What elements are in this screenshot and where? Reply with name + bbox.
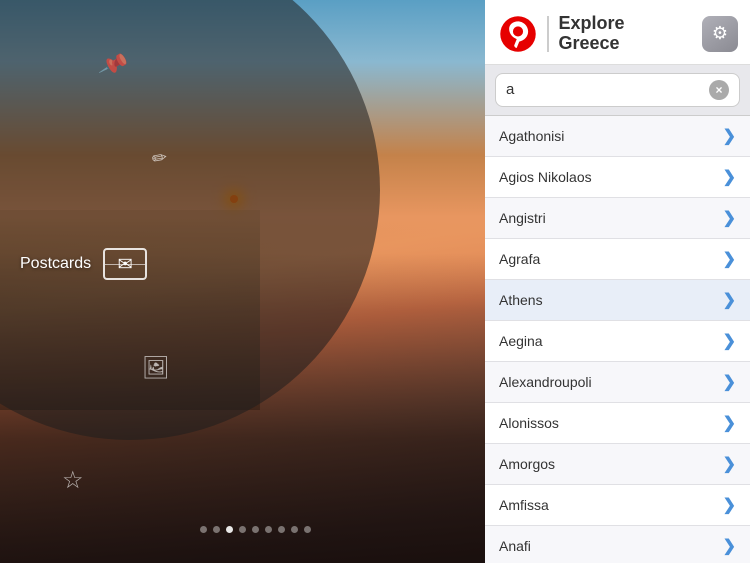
list-item[interactable]: Alexandroupoli ❯ [485,362,750,403]
mail-icon[interactable]: ✉ [103,248,147,280]
chevron-right-icon: ❯ [723,126,736,146]
postcards-label: Postcards [20,255,91,273]
star-icon: ☆ [62,466,84,495]
location-name: Agrafa [499,251,540,267]
list-item[interactable]: Amfissa ❯ [485,485,750,526]
right-panel: Explore Greece ⚙ × Agathonisi❯Agios Niko… [485,0,750,563]
mail-icon-shape: ✉ [118,255,133,273]
chevron-right-icon: ❯ [723,249,736,269]
location-name: Amfissa [499,497,549,513]
location-name: Aegina [499,333,543,349]
chevron-right-icon: ❯ [723,536,736,556]
greece-text: Greece [559,34,697,54]
location-name: Alonissos [499,415,559,431]
search-container: × [485,65,750,116]
location-list: Agathonisi❯Agios Nikolaos❯Angistri❯Agraf… [485,116,750,563]
chevron-right-icon: ❯ [723,454,736,474]
dot-1 [200,526,207,533]
dot-9 [304,526,311,533]
dot-7 [278,526,285,533]
list-item[interactable]: Anafi ❯ [485,526,750,563]
app-title: Explore Greece [559,14,697,54]
list-item[interactable]: Agathonisi ❯ [485,116,750,157]
location-name: Agathonisi [499,128,564,144]
dot-4 [239,526,246,533]
list-item[interactable]: Alonissos ❯ [485,403,750,444]
dot-2 [213,526,220,533]
list-item[interactable]: Agios Nikolaos ❯ [485,157,750,198]
clear-icon: × [715,84,722,96]
search-input[interactable] [506,81,709,98]
location-name: Agios Nikolaos [499,169,592,185]
gear-icon: ⚙ [712,23,728,44]
dot-3 [226,526,233,533]
clear-button[interactable]: × [709,80,729,100]
chevron-right-icon: ❯ [723,331,736,351]
chevron-right-icon: ❯ [723,290,736,310]
location-name: Athens [499,292,543,308]
location-name: Angistri [499,210,546,226]
location-name: Alexandroupoli [499,374,592,390]
list-item[interactable]: Amorgos ❯ [485,444,750,485]
explore-text: Explore [559,14,697,34]
settings-button[interactable]: ⚙ [702,16,738,52]
list-item[interactable]: Athens ❯ [485,280,750,321]
header-divider [547,16,549,52]
location-name: Anafi [499,538,531,554]
chevron-right-icon: ❯ [723,167,736,187]
stamp-icon: 🖼 [142,355,170,381]
search-box: × [495,73,740,107]
chevron-right-icon: ❯ [723,413,736,433]
chevron-right-icon: ❯ [723,495,736,515]
dot-5 [252,526,259,533]
vodafone-logo [499,15,537,53]
location-name: Amorgos [499,456,555,472]
list-item[interactable]: Angistri ❯ [485,198,750,239]
list-item[interactable]: Aegina ❯ [485,321,750,362]
dot-6 [265,526,272,533]
dot-8 [291,526,298,533]
postcards-area[interactable]: Postcards ✉ [20,248,147,280]
chevron-right-icon: ❯ [723,372,736,392]
pagination-dots [200,526,311,533]
panel-header: Explore Greece ⚙ [485,0,750,65]
chevron-right-icon: ❯ [723,208,736,228]
list-item[interactable]: Agrafa ❯ [485,239,750,280]
